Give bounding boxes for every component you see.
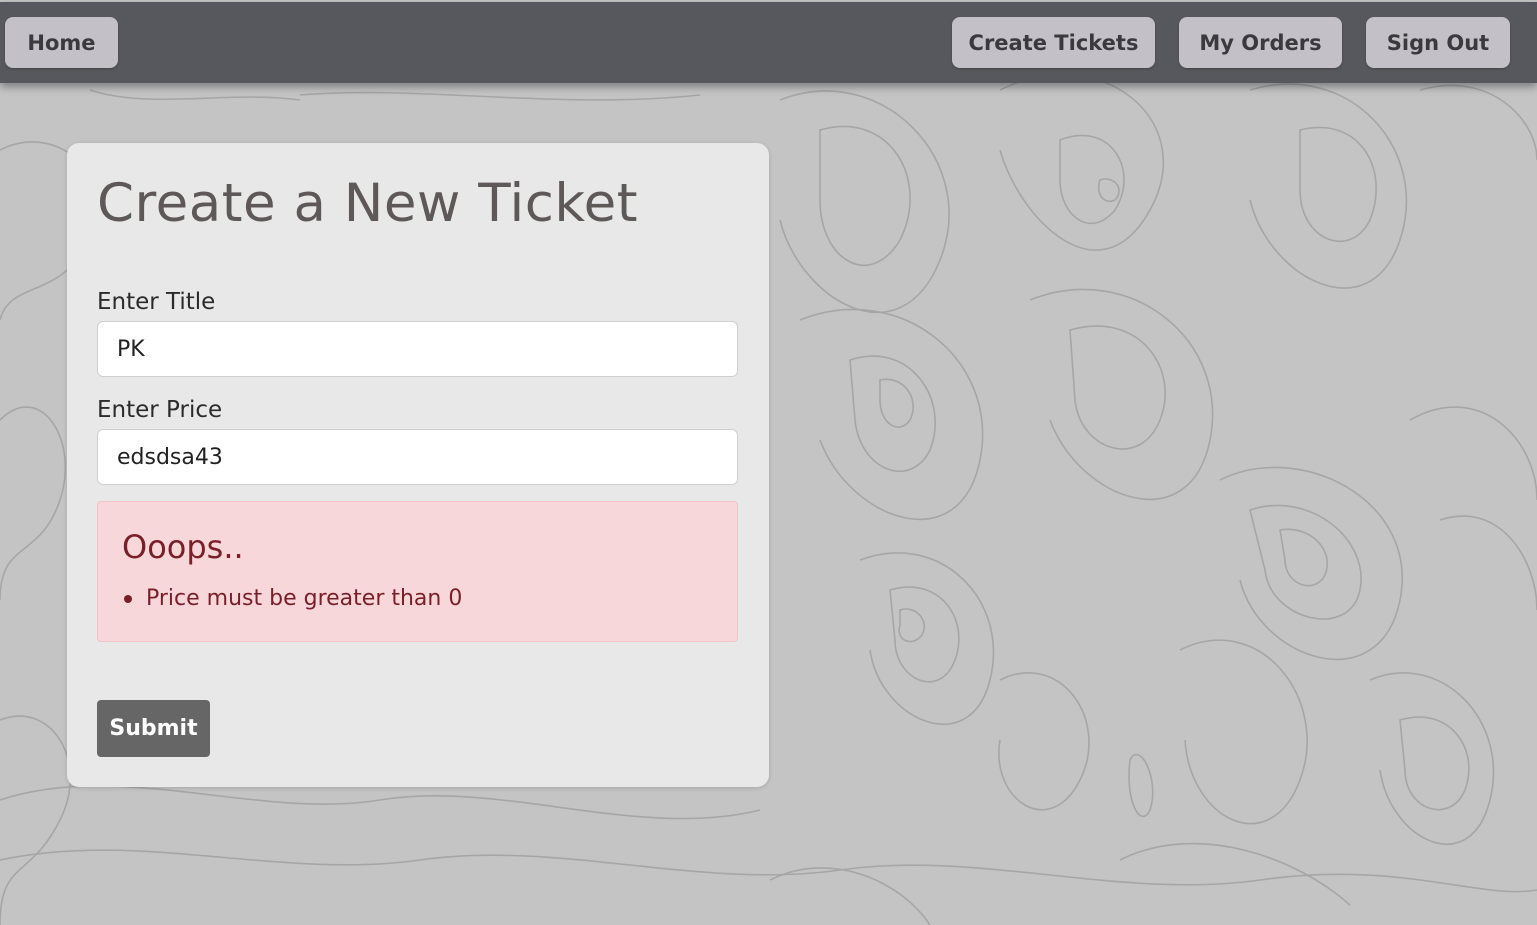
title-input[interactable] — [97, 321, 738, 377]
error-item: Price must be greater than 0 — [124, 586, 462, 611]
top-navbar: Home Create Tickets My Orders Sign Out — [0, 2, 1537, 83]
submit-button[interactable]: Submit — [97, 700, 210, 757]
create-tickets-button[interactable]: Create Tickets — [952, 17, 1155, 68]
price-label: Enter Price — [97, 397, 223, 423]
error-list: Price must be greater than 0 — [124, 586, 462, 611]
my-orders-button[interactable]: My Orders — [1179, 17, 1342, 68]
sign-out-button[interactable]: Sign Out — [1366, 17, 1510, 68]
page-title: Create a New Ticket — [97, 173, 639, 234]
error-message: Price must be greater than 0 — [146, 586, 463, 611]
price-input[interactable] — [97, 429, 738, 485]
title-label: Enter Title — [97, 289, 216, 315]
error-alert: Ooops.. Price must be greater than 0 — [97, 501, 738, 642]
create-ticket-card: Create a New Ticket Enter Title Enter Pr… — [67, 143, 769, 787]
bullet-icon — [124, 594, 132, 603]
home-button[interactable]: Home — [5, 17, 118, 68]
error-heading: Ooops.. — [122, 528, 244, 566]
